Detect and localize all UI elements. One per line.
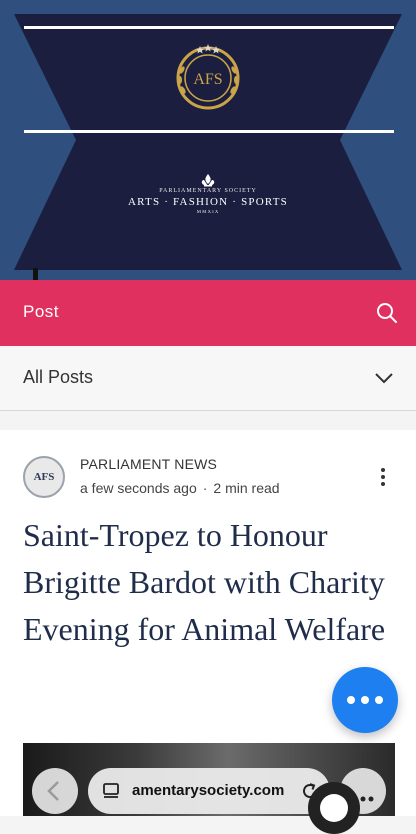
more-horizontal-icon-dot [361,696,369,704]
url-text: amentarysociety.com [132,782,285,799]
org-name: PARLIAMENTARY SOCIETY [159,188,257,194]
back-icon [47,781,59,801]
search-icon[interactable] [376,302,398,324]
brand-year: MMXIX [196,210,220,215]
more-horizontal-icon-dot [375,696,383,704]
post-nav-bar: Post [0,280,416,346]
chevron-down-icon[interactable] [374,370,394,386]
brand-text: PARLIAMENTARY SOCIETY ARTS · FASHION · S… [0,172,416,215]
post-time: a few seconds ago [80,480,197,496]
back-button[interactable] [32,768,78,814]
address-bar[interactable]: amentarysociety.com [88,768,330,814]
avatar-text: AFS [33,471,55,483]
more-actions-button[interactable] [332,667,398,733]
svg-text:AFS: AFS [193,71,222,88]
category-filter[interactable]: All Posts [0,346,416,411]
avatar[interactable]: AFS [23,456,65,498]
post-meta: a few seconds ago · 2 min read [80,480,280,496]
post-card[interactable]: AFS PARLIAMENT NEWS a few seconds ago · 2 … [0,430,416,816]
more-vertical-icon[interactable] [380,468,386,488]
post-title[interactable]: Saint-Tropez to Honour Brigitte Bardot w… [23,512,403,653]
meta-separator: · [202,480,208,496]
tabs-icon[interactable] [102,782,120,800]
brand-tagline: ARTS · FASHION · SPORTS [128,196,288,208]
assistive-touch-button[interactable] [308,782,360,834]
category-filter-label: All Posts [23,367,94,387]
post-nav-label[interactable]: Post [23,302,59,322]
banner-graphic: AFS [14,14,402,280]
post-author[interactable]: PARLIAMENT NEWS [80,456,217,472]
header-banner: AFS PARLIAMENTARY SOCIETY ARTS · FASHION… [0,0,416,280]
post-read-time: 2 min read [213,480,280,496]
more-horizontal-icon [347,696,355,704]
